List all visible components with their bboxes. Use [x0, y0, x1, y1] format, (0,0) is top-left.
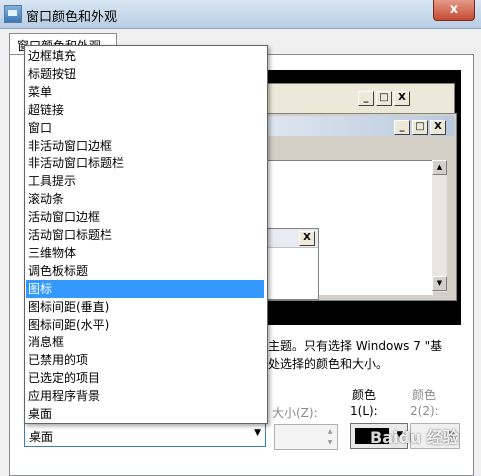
chevron-down-icon: ▼: [254, 428, 261, 438]
minimize-icon: _: [358, 91, 374, 106]
dropdown-item[interactable]: 调色板标题: [26, 262, 264, 280]
dropdown-item[interactable]: 标题按钮: [26, 65, 264, 83]
dropdown-item[interactable]: 边框填充: [26, 47, 264, 65]
maximize-icon: □: [376, 91, 392, 106]
color1-label-top: 颜色: [352, 388, 377, 402]
dropdown-item[interactable]: 窗口: [26, 119, 264, 137]
dropdown-item[interactable]: 活动窗口边框: [26, 208, 264, 226]
size-label: 大小(Z):: [272, 406, 318, 420]
dropdown-item[interactable]: 菜单: [26, 83, 264, 101]
preview-message-caption: X: [263, 229, 318, 248]
close-icon: X: [430, 120, 446, 135]
item-dropdown-list[interactable]: 边框填充 标题按钮 菜单 超链接 窗口 非活动窗口边框 非活动窗口标题栏 工具提示 滚动条 活动窗…: [24, 45, 268, 424]
description-line-2: 处选择的颜色和大小。: [268, 357, 389, 371]
dropdown-item[interactable]: 消息框: [26, 333, 264, 351]
color2-label-bottom: 2(2):: [410, 404, 439, 418]
dropdown-item[interactable]: 图标: [26, 279, 264, 298]
color1-label-bottom: 1(L):: [350, 404, 378, 418]
dropdown-item[interactable]: 活动窗口标题栏: [26, 226, 264, 244]
dropdown-item[interactable]: 桌面: [26, 405, 264, 423]
close-button[interactable]: x: [433, 0, 475, 21]
size-spinner[interactable]: ▲ ▼: [274, 424, 338, 450]
description-text: 主题。只有选择 Windows 7 "基 处选择的颜色和大小。: [268, 337, 442, 373]
minimize-icon: _: [394, 120, 410, 135]
dropdown-item[interactable]: 非活动窗口边框: [26, 137, 264, 155]
maximize-icon: □: [412, 120, 428, 135]
preview-active-caption: _ □ X: [263, 116, 454, 136]
scroll-up-icon: ▲: [432, 160, 447, 175]
dropdown-item[interactable]: 图标间距(垂直): [26, 298, 264, 316]
close-icon: X: [299, 231, 315, 246]
preview-message-box: X: [262, 228, 319, 300]
dropdown-item[interactable]: 工具提示: [26, 172, 264, 190]
description-line-1: 主题。只有选择 Windows 7 "基: [268, 339, 443, 353]
item-select[interactable]: 桌面 ▼: [24, 423, 266, 447]
scroll-down-icon: ▼: [432, 276, 447, 291]
dropdown-item[interactable]: 已禁用的项: [26, 351, 264, 369]
color2-label-top: 颜色: [412, 388, 437, 402]
title-bar: 窗口颜色和外观 x: [0, 0, 481, 29]
dropdown-item[interactable]: 应用程序背景: [26, 387, 264, 405]
dropdown-item[interactable]: 非活动窗口标题栏: [26, 154, 264, 172]
dropdown-item[interactable]: 已选定的项目: [26, 369, 264, 387]
dropdown-item[interactable]: 滚动条: [26, 190, 264, 208]
item-select-value: 桌面: [29, 430, 54, 444]
app-icon: [4, 5, 22, 23]
dropdown-item[interactable]: 超链接: [26, 101, 264, 119]
watermark-text: Baidu 经验: [370, 428, 459, 447]
window-title: 窗口颜色和外观: [26, 10, 118, 25]
close-icon: X: [394, 91, 410, 106]
spin-down-icon[interactable]: ▼: [324, 437, 336, 448]
spin-up-icon[interactable]: ▲: [324, 426, 336, 437]
dropdown-item[interactable]: 图标间距(水平): [26, 316, 264, 334]
preview-scrollbar: ▲ ▼: [432, 160, 447, 292]
dropdown-item[interactable]: 三维物体: [26, 244, 264, 262]
